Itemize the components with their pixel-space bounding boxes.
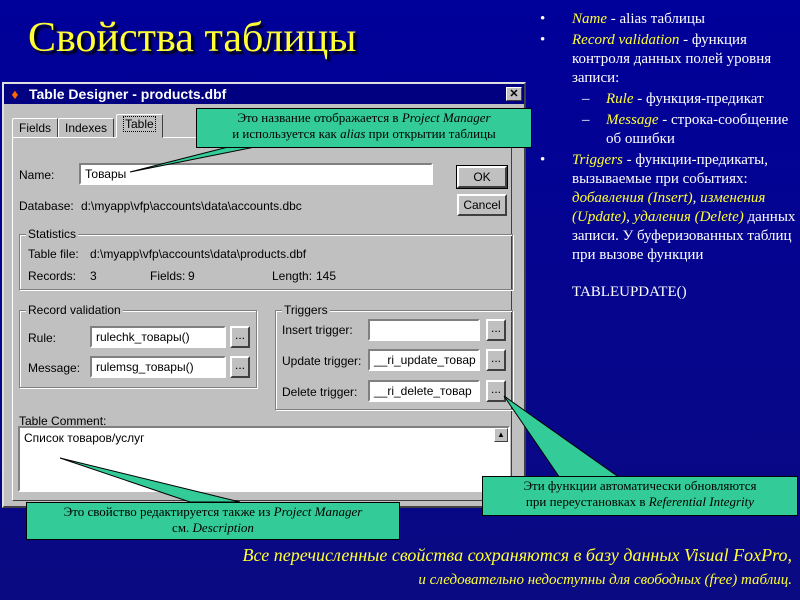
callout-comment-l1-em: Project Manager [273, 504, 363, 519]
callout-name-l2: и используется как [232, 126, 341, 141]
pointer-right [503, 395, 622, 479]
footer-line-1: Все перечисленные свойства сохраняются в… [242, 545, 792, 565]
callout-name: Это название отображается в Project Mana… [196, 108, 532, 148]
callout-comment-l2: см. [172, 520, 193, 535]
tab-table[interactable]: Table [116, 114, 163, 138]
footer-line-2: и следовательно недоступны для свободных… [418, 572, 792, 588]
callout-triggers-l1: Эти функции автоматически обновляются [523, 478, 757, 493]
callout-comment: Это свойство редактируется также из Proj… [26, 502, 400, 540]
callout-name-l2-em: alias [340, 126, 366, 141]
pointer-bottom [59, 457, 241, 503]
callout-comment-l1: Это свойство редактируется также из [63, 504, 274, 519]
pointer-top [129, 145, 261, 173]
callout-triggers: Эти функции автоматически обновляются пр… [482, 476, 798, 516]
callout-triggers-l2-em: Referential Integrity [648, 494, 755, 509]
callout-comment-l2-em: Description [192, 520, 254, 535]
callout-name-l1: Это название отображается в [237, 110, 402, 125]
callout-triggers-l2: при переустановках в [525, 494, 649, 509]
tab-table-label: Table [123, 116, 156, 132]
callout-name-l1-em: Project Manager [401, 110, 491, 125]
callout-name-l2-post: при открытии таблицы [365, 126, 496, 141]
